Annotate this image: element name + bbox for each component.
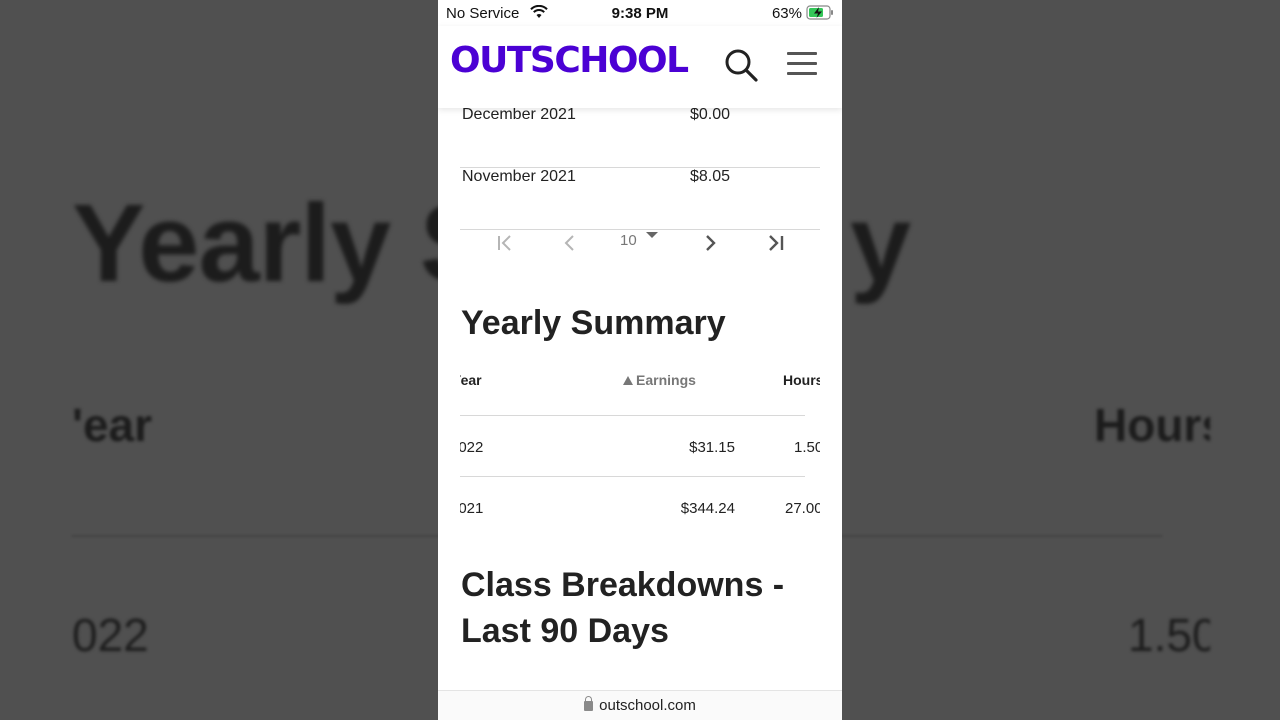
column-header-hours[interactable]: Hours — [783, 372, 820, 388]
first-page-icon[interactable] — [490, 228, 520, 258]
search-icon[interactable] — [724, 48, 760, 84]
battery-charging-icon — [806, 5, 833, 20]
yearly-summary-heading: Yearly Summary — [461, 304, 726, 342]
backdrop-hours-value: 1.50 — [1128, 609, 1210, 661]
phone-screen: No Service 9:38 PM 63% OUTSCHOOL Decembe… — [438, 0, 842, 720]
outschool-logo[interactable]: OUTSCHOOL — [450, 40, 689, 81]
hours-cell: 1.50 — [794, 439, 820, 456]
backdrop-hours-label: Hours — [1094, 399, 1210, 451]
year-cell: 2022 — [460, 439, 484, 456]
page-size-select[interactable]: 10 — [620, 232, 637, 249]
earnings-cell: $31.15 — [689, 439, 735, 456]
backdrop-title: Yearly S — [72, 182, 493, 305]
table-divider — [460, 415, 805, 416]
earnings-label: Earnings — [636, 372, 696, 388]
table-divider — [460, 476, 805, 477]
status-bar: No Service 9:38 PM 63% — [438, 0, 842, 26]
month-cell: December 2021 — [462, 106, 576, 123]
year-cell: 2021 — [460, 500, 484, 517]
chevron-down-icon[interactable] — [646, 232, 658, 238]
sort-ascending-icon — [623, 376, 633, 385]
class-breakdowns-heading: Class Breakdowns - Last 90 Days — [461, 566, 785, 650]
backdrop-title-end: y — [850, 182, 912, 305]
url-domain: outschool.com — [599, 697, 696, 714]
amount-cell: $8.05 — [689, 168, 731, 185]
table-row: November 2021 $8.05 — [460, 168, 820, 230]
earnings-cell: $344.24 — [680, 500, 735, 517]
column-header-year[interactable]: Year — [460, 372, 482, 388]
next-page-icon[interactable] — [695, 228, 725, 258]
last-page-icon[interactable] — [761, 228, 791, 258]
table-row: December 2021 $0.00 — [460, 106, 820, 168]
yearly-summary-table[interactable]: Year Earnings Hours 2022 $31.15 1.50 202… — [460, 368, 820, 520]
lock-icon — [584, 696, 594, 711]
battery-percentage: 63% — [771, 5, 802, 22]
month-cell: November 2021 — [462, 168, 576, 185]
backdrop-year-value: 022 — [72, 609, 149, 661]
previous-page-icon[interactable] — [555, 228, 585, 258]
amount-cell: $0.00 — [689, 106, 731, 123]
hours-cell: 27.00 — [785, 500, 820, 517]
column-header-earnings[interactable]: Earnings — [623, 372, 696, 388]
browser-url-bar[interactable]: outschool.com — [438, 690, 842, 720]
app-header: OUTSCHOOL — [438, 26, 842, 108]
backdrop-year-label: 'ear — [72, 399, 153, 451]
hamburger-menu-icon[interactable] — [787, 52, 817, 78]
